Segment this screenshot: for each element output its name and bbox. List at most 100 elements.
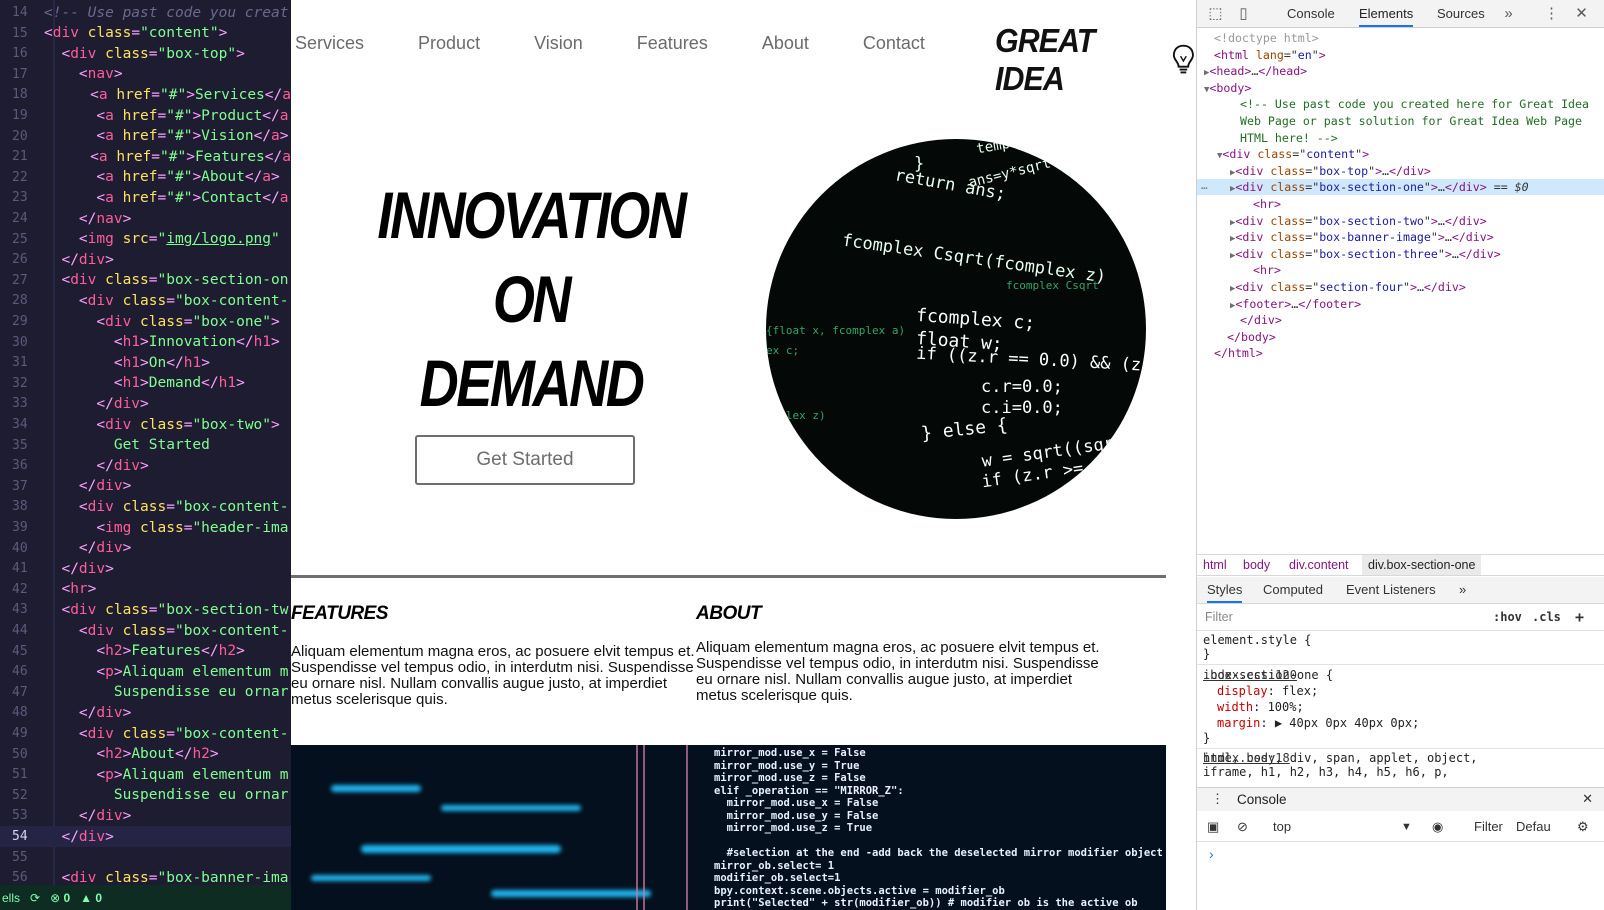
- code-text[interactable]: <div class="box-content-: [44, 726, 289, 742]
- dom-node[interactable]: Web Page or past solution for Great Idea…: [1197, 113, 1604, 129]
- code-line[interactable]: 23 <a href="#">Contact</a: [0, 187, 291, 208]
- dom-node[interactable]: ▼<body>: [1197, 80, 1604, 96]
- add-rule-icon[interactable]: +: [1575, 608, 1584, 626]
- nav-link-services[interactable]: Services: [295, 33, 364, 54]
- code-text[interactable]: <p>Aliquam elementum m: [44, 767, 288, 783]
- code-line[interactable]: 52 Suspendisse eu ornar: [0, 785, 291, 806]
- code-text[interactable]: Get Started: [44, 437, 210, 453]
- styles-filter-input[interactable]: Filter: [1205, 610, 1233, 624]
- code-text[interactable]: <a href="#">Services</a: [38, 87, 291, 103]
- code-line[interactable]: 46 <p>Aliquam elementum m: [0, 661, 291, 682]
- code-line[interactable]: 53 </div>: [0, 805, 291, 826]
- code-line[interactable]: 21 <a href="#">Features</a: [0, 146, 291, 167]
- code-text[interactable]: <div class="box-content-: [44, 499, 289, 515]
- nav-link-vision[interactable]: Vision: [534, 33, 583, 54]
- close-icon[interactable]: ✕: [1573, 5, 1590, 22]
- css-prop-display[interactable]: display: flex;: [1217, 683, 1318, 699]
- tab-event-listeners[interactable]: Event Listeners: [1346, 577, 1436, 603]
- code-line[interactable]: 48 </div>: [0, 702, 291, 723]
- code-line[interactable]: 43 <div class="box-section-tw: [0, 599, 291, 620]
- code-line[interactable]: 19 <a href="#">Product</a: [0, 105, 291, 126]
- code-line[interactable]: 14 <!-- Use past code you creat: [0, 2, 291, 23]
- code-line[interactable]: 31 <h1>On</h1>: [0, 352, 291, 373]
- eye-icon[interactable]: ◉: [1432, 819, 1443, 835]
- code-text[interactable]: <div class="box-content-: [44, 293, 289, 309]
- code-line[interactable]: 55: [0, 847, 291, 868]
- code-text[interactable]: <div class="box-two">: [44, 417, 279, 433]
- code-text[interactable]: <a href="#">Features</a: [38, 149, 291, 165]
- code-text[interactable]: <div class="content">: [44, 25, 227, 41]
- sidebar-toggle-icon[interactable]: ▣: [1207, 819, 1219, 835]
- code-text[interactable]: <div class="box-one">: [44, 314, 279, 330]
- dom-node[interactable]: <!doctype html>: [1197, 30, 1604, 46]
- dom-node[interactable]: ▶<div class="box-section-two">…</div>: [1197, 213, 1604, 229]
- dom-node-selected[interactable]: ▶<div class="box-section-one">…</div> ==…: [1197, 179, 1604, 196]
- code-text[interactable]: <img class="header-ima: [44, 520, 288, 536]
- code-line[interactable]: 28 <div class="box-content-: [0, 290, 291, 311]
- dom-node[interactable]: ▶<div class="box-banner-image">…</div>: [1197, 229, 1604, 245]
- code-text[interactable]: <h1>Demand</h1>: [44, 375, 245, 391]
- code-line[interactable]: 47 Suspendisse eu ornar: [0, 682, 291, 703]
- sync-icon[interactable]: ⟳: [30, 891, 40, 905]
- rule-source-link[interactable]: index.css:120: [1203, 667, 1599, 683]
- code-text[interactable]: <a href="#">Product</a: [44, 108, 288, 124]
- dom-node[interactable]: ▶<footer>…</footer>: [1197, 296, 1604, 312]
- code-line[interactable]: 33 </div>: [0, 393, 291, 414]
- code-text[interactable]: <a href="#">Vision</a>: [44, 128, 288, 144]
- code-line[interactable]: 42 <hr>: [0, 579, 291, 600]
- code-line[interactable]: 39 <img class="header-ima: [0, 517, 291, 538]
- dom-node[interactable]: ▶<div class="box-section-three">…</div>: [1197, 246, 1604, 262]
- tab-elements[interactable]: Elements: [1359, 0, 1414, 27]
- clear-console-icon[interactable]: ⊘: [1237, 819, 1248, 835]
- dom-node[interactable]: ▼<div class="content">: [1197, 146, 1604, 162]
- code-line[interactable]: 51 <p>Aliquam elementum m: [0, 764, 291, 785]
- drawer-menu-icon[interactable]: ⋮: [1211, 791, 1224, 807]
- code-text[interactable]: <div class="box-content-: [44, 623, 289, 639]
- code-text[interactable]: <img src="img/logo.png": [44, 231, 280, 247]
- code-text[interactable]: </div>: [44, 396, 148, 412]
- code-line[interactable]: 37 </div>: [0, 476, 291, 497]
- dom-node[interactable]: ▶<div class="section-four">…</div>: [1197, 279, 1604, 295]
- code-text[interactable]: </div>: [44, 808, 131, 824]
- console-prompt[interactable]: ›: [1209, 846, 1214, 862]
- code-line[interactable]: 40 </div>: [0, 538, 291, 559]
- inspect-element-icon[interactable]: ⬚: [1207, 5, 1224, 22]
- hov-toggle[interactable]: :hov: [1493, 610, 1522, 624]
- code-line[interactable]: 49 <div class="box-content-: [0, 723, 291, 744]
- code-text[interactable]: </div>: [44, 540, 131, 556]
- code-text[interactable]: <!-- Use past code you creat: [44, 5, 288, 21]
- code-text[interactable]: <div class="box-top">: [44, 46, 244, 62]
- code-text[interactable]: </div>: [44, 829, 113, 845]
- code-line[interactable]: 18 <a href="#">Services</a: [0, 84, 291, 105]
- code-line[interactable]: 32 <h1>Demand</h1>: [0, 373, 291, 394]
- tab-sources[interactable]: Sources: [1437, 0, 1485, 27]
- code-line[interactable]: 25 <img src="img/logo.png": [0, 229, 291, 250]
- dom-node[interactable]: </html>: [1197, 345, 1604, 361]
- code-text[interactable]: <hr>: [44, 581, 96, 597]
- code-text[interactable]: </div>: [44, 705, 131, 721]
- breadcrumb-div-box-section-one[interactable]: div.box-section-one: [1362, 555, 1482, 575]
- code-text[interactable]: <h1>On</h1>: [44, 355, 210, 371]
- cls-toggle[interactable]: .cls: [1532, 610, 1561, 624]
- code-text[interactable]: <p>Aliquam elementum m: [44, 664, 288, 680]
- code-text[interactable]: <nav>: [44, 66, 123, 82]
- code-text[interactable]: <h2>About</h2>: [44, 746, 218, 762]
- dom-node[interactable]: </body>: [1197, 329, 1604, 345]
- code-text[interactable]: <div class="box-section-on: [44, 272, 288, 288]
- code-text[interactable]: <div class="box-banner-ima: [44, 870, 288, 886]
- more-tabs-icon[interactable]: »: [1500, 5, 1517, 22]
- console-filter-input[interactable]: Filter: [1474, 819, 1503, 834]
- error-count[interactable]: ⊗ 0: [50, 891, 70, 905]
- code-text[interactable]: <h1>Innovation</h1>: [44, 334, 280, 350]
- dom-node[interactable]: ▶<div class="box-top">…</div>: [1197, 163, 1604, 179]
- code-text[interactable]: </div>: [44, 458, 148, 474]
- tab-console[interactable]: Console: [1287, 0, 1335, 27]
- nav-link-features[interactable]: Features: [637, 33, 708, 54]
- dom-node[interactable]: <!-- Use past code you created here for …: [1197, 96, 1604, 112]
- code-line[interactable]: 36 </div>: [0, 455, 291, 476]
- log-levels-select[interactable]: Defau: [1516, 819, 1551, 834]
- tab-styles[interactable]: Styles: [1207, 577, 1243, 603]
- drawer-close-icon[interactable]: ✕: [1582, 791, 1593, 807]
- code-text[interactable]: <div class="box-section-tw: [44, 602, 288, 618]
- dom-tree[interactable]: <!doctype html> <html lang="en"> ▶<head>…<…: [1197, 30, 1604, 554]
